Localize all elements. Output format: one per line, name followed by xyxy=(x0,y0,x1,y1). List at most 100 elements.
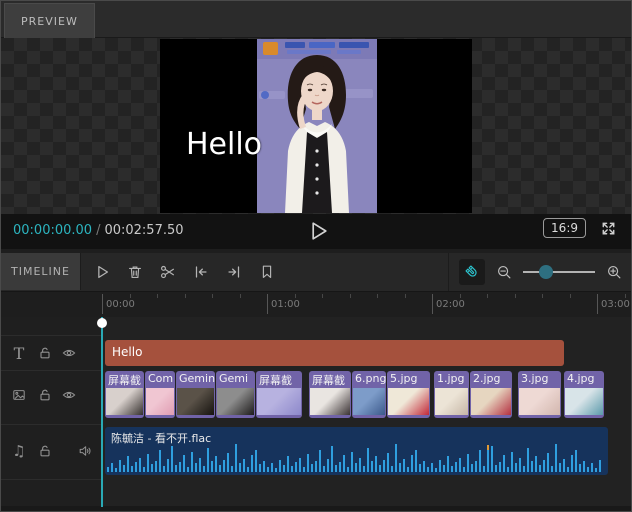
waveform-bar xyxy=(331,446,333,472)
image-clip[interactable]: 屏幕截 xyxy=(256,371,302,418)
preview-photo xyxy=(257,39,377,213)
waveform-bar xyxy=(483,466,485,472)
waveform-bar xyxy=(319,450,321,472)
waveform-bar xyxy=(579,464,581,472)
play-button[interactable] xyxy=(306,219,330,243)
snap-toggle[interactable] xyxy=(459,259,485,285)
waveform-bar xyxy=(571,455,573,472)
waveform-bar xyxy=(575,450,577,472)
lock-icon[interactable] xyxy=(35,385,55,405)
ruler-minor-tick xyxy=(404,294,406,298)
ruler-minor-tick xyxy=(184,294,186,298)
image-clip[interactable]: 5.jpg xyxy=(387,371,430,418)
waveform-bar xyxy=(183,455,185,472)
waveform-bar xyxy=(435,468,437,472)
seek-end-button[interactable] xyxy=(225,263,243,281)
waveform-bar xyxy=(251,455,253,472)
waveform-bar xyxy=(391,466,393,472)
waveform-bar xyxy=(555,444,557,472)
image-clip[interactable]: 4.jpg xyxy=(564,371,604,418)
aspect-ratio-button[interactable]: 16:9 xyxy=(543,218,586,238)
image-clip-thumbnail xyxy=(146,388,174,415)
zoom-slider[interactable] xyxy=(523,265,595,279)
waveform-bar xyxy=(131,466,133,472)
image-clip[interactable]: 屏幕截 xyxy=(105,371,144,418)
waveform-bar xyxy=(143,467,145,472)
waveform-bar xyxy=(527,448,529,472)
tab-preview[interactable]: PREVIEW xyxy=(4,3,95,38)
waveform-bar xyxy=(595,468,597,472)
image-clip[interactable]: 屏幕截 xyxy=(309,371,351,418)
marker-button[interactable] xyxy=(258,263,276,281)
waveform-bar xyxy=(267,467,269,472)
waveform-bar xyxy=(355,463,357,472)
waveform-bar xyxy=(347,467,349,472)
image-clip[interactable]: 3.jpg xyxy=(518,371,561,418)
waveform-bar xyxy=(515,463,517,472)
waveform-bar xyxy=(471,464,473,472)
zoom-in-button[interactable] xyxy=(605,263,623,281)
image-clip[interactable]: 6.png xyxy=(352,371,386,418)
waveform-bar xyxy=(499,462,501,472)
audio-clip[interactable]: 陈毓洁 - 看不开.flac xyxy=(105,427,608,475)
transport-bar: 00:00:00.00/00:02:57.50 16:9 xyxy=(1,214,631,249)
lock-icon[interactable] xyxy=(35,343,55,363)
zoom-out-button[interactable] xyxy=(495,263,513,281)
image-clip[interactable]: Gemin xyxy=(176,371,215,418)
ruler-minor-tick xyxy=(212,294,213,298)
waveform-bar xyxy=(519,458,521,472)
delete-button[interactable] xyxy=(126,263,144,281)
image-clip[interactable]: Com xyxy=(145,371,175,418)
image-clip[interactable]: 2.jpg xyxy=(470,371,512,418)
waveform-bar xyxy=(275,468,277,472)
waveform-bar xyxy=(151,464,153,472)
waveform-bar xyxy=(495,465,497,472)
waveform-bar xyxy=(239,463,241,472)
seek-start-button[interactable] xyxy=(192,263,210,281)
preview-tabbar: PREVIEW xyxy=(1,1,631,38)
waveform-bar xyxy=(383,460,385,472)
visibility-icon[interactable] xyxy=(59,385,79,405)
ruler-minor-tick xyxy=(459,294,461,298)
image-clip-label: Gemin xyxy=(179,372,215,385)
image-clip-thumbnail xyxy=(519,388,560,415)
waveform-bar xyxy=(447,456,449,472)
playhead-line[interactable] xyxy=(101,317,103,507)
waveform-bar xyxy=(443,465,445,472)
image-clip-thumbnail xyxy=(565,388,603,415)
ruler-major-tick xyxy=(102,294,103,314)
zoom-slider-handle[interactable] xyxy=(539,265,553,279)
waveform-bar xyxy=(343,455,345,472)
playhead-handle[interactable] xyxy=(97,318,107,328)
waveform-bar xyxy=(507,467,509,472)
waveform-bar xyxy=(363,466,365,472)
lock-icon[interactable] xyxy=(35,441,55,461)
scissors-icon xyxy=(161,265,174,279)
timeline-play-button[interactable] xyxy=(93,263,111,281)
image-clip[interactable]: 1.jpg xyxy=(434,371,469,418)
image-clip-thumbnail xyxy=(471,388,511,415)
waveform-bar xyxy=(315,461,317,472)
timeline-ruler[interactable]: 00:00 01:00 02:00 03:00 xyxy=(1,291,631,317)
waveform-bar xyxy=(419,464,421,472)
ruler-minor-tick xyxy=(569,294,571,298)
image-clip-thumbnail xyxy=(310,388,350,415)
image-clip-label: 4.jpg xyxy=(567,372,595,385)
ruler-label: 00:00 xyxy=(106,299,135,310)
fullscreen-button[interactable] xyxy=(599,219,618,238)
waveform-bar xyxy=(387,453,389,472)
ruler-minor-tick xyxy=(157,294,158,298)
image-clip[interactable]: Gemi xyxy=(216,371,255,418)
visibility-icon[interactable] xyxy=(59,343,79,363)
text-clip[interactable]: Hello xyxy=(105,340,564,366)
fullscreen-icon xyxy=(602,222,615,234)
trash-icon xyxy=(129,266,141,278)
waveform-bar xyxy=(395,444,397,472)
image-clip-thumbnail xyxy=(106,388,143,415)
speaker-icon[interactable] xyxy=(75,441,95,461)
ruler-major-tick xyxy=(267,294,268,314)
split-button[interactable] xyxy=(159,263,177,281)
current-time: 00:00:00.00 xyxy=(13,223,93,238)
video-frame[interactable]: Hello xyxy=(160,39,472,213)
tab-timeline[interactable]: TIMELINE xyxy=(1,253,81,290)
